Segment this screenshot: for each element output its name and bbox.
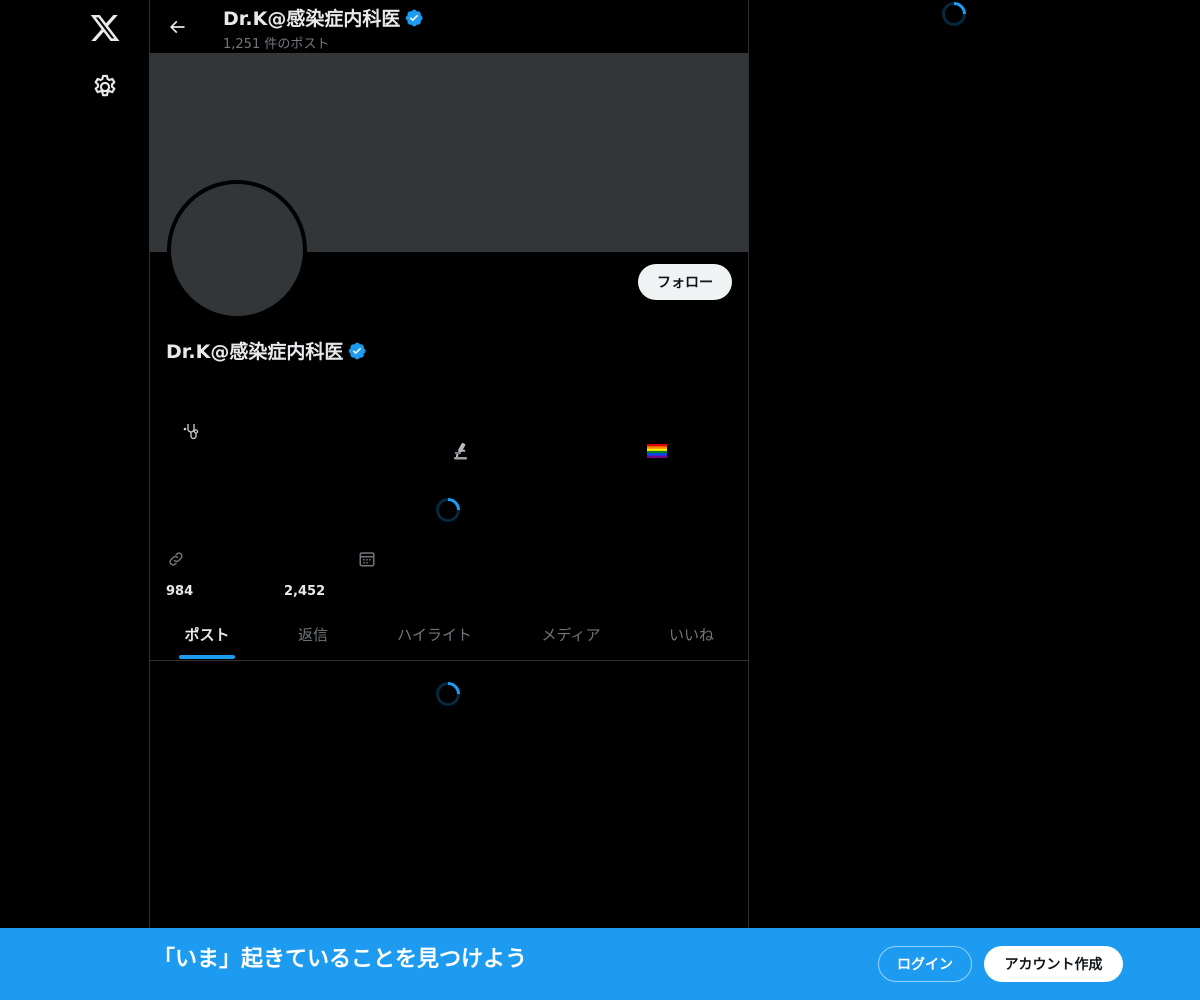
tab-likes[interactable]: いいね	[635, 608, 748, 660]
bottom-bar-title: 「いま」起きていることを見つけよう	[153, 947, 528, 972]
tab-highlights[interactable]: ハイライト	[362, 608, 507, 660]
tab-posts[interactable]: ポスト	[150, 608, 264, 660]
link-icon	[167, 550, 185, 568]
profile-name: Dr.K@感染症内科医	[166, 341, 344, 363]
microscope-icon	[451, 441, 471, 461]
loading-spinner-icon	[435, 681, 461, 707]
calendar-icon	[358, 550, 376, 568]
main-column: Dr.K@感染症内科医 1,251 件のポスト フォロー Dr.K@感染症内科医…	[149, 0, 749, 1000]
profile-header: Dr.K@感染症内科医 1,251 件のポスト	[150, 0, 748, 53]
profile-name-row: Dr.K@感染症内科医	[166, 337, 367, 364]
login-button[interactable]: ログイン	[878, 946, 972, 982]
verified-badge-icon[interactable]	[347, 341, 367, 361]
header-name-row: Dr.K@感染症内科医	[223, 4, 424, 31]
back-button[interactable]	[162, 12, 192, 42]
left-nav	[0, 0, 150, 1000]
rainbow-flag-icon	[647, 444, 667, 458]
avatar[interactable]	[167, 180, 307, 320]
tab-media[interactable]: メディア	[507, 608, 635, 660]
signup-button[interactable]: アカウント作成	[984, 946, 1123, 982]
verified-badge-icon	[406, 9, 423, 26]
post-count: 1,251 件のポスト	[223, 37, 330, 52]
profile-tabs: ポスト 返信 ハイライト メディア いいね	[150, 608, 748, 661]
loading-spinner-icon	[941, 1, 967, 27]
arrow-left-icon	[169, 20, 185, 34]
gear-icon[interactable]	[91, 73, 119, 101]
stethoscope-icon	[181, 421, 203, 441]
loading-spinner-icon	[435, 497, 461, 523]
followers-count[interactable]: 2,452	[284, 584, 325, 599]
tab-replies[interactable]: 返信	[264, 608, 362, 660]
header-name: Dr.K@感染症内科医	[223, 8, 401, 30]
bottom-signup-bar: 「いま」起きていることを見つけよう ログイン アカウント作成	[0, 928, 1200, 1000]
x-logo-icon[interactable]	[89, 12, 121, 44]
active-tab-indicator	[179, 655, 235, 659]
following-count[interactable]: 984	[166, 584, 193, 599]
follow-button[interactable]: フォロー	[638, 264, 732, 300]
